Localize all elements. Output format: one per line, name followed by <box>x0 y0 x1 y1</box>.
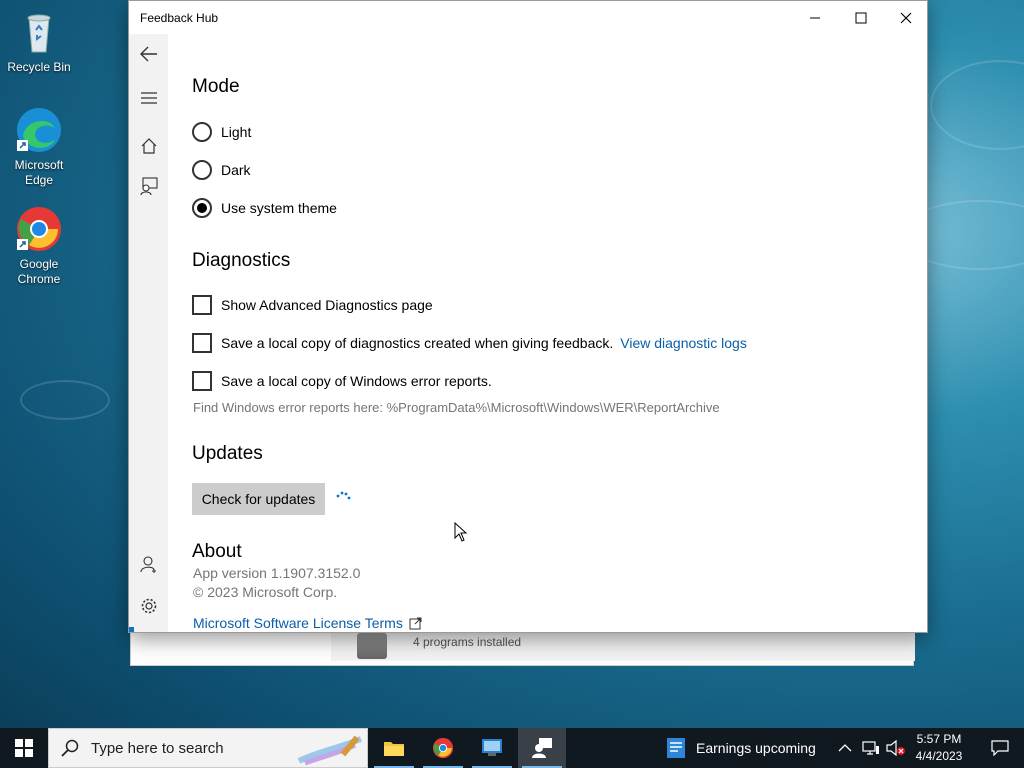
clock-time: 5:57 PM <box>916 732 962 746</box>
start-button[interactable] <box>0 728 48 768</box>
radio-indicator <box>192 122 212 142</box>
about-heading: About <box>192 541 242 562</box>
desktop-wave <box>930 60 1024 150</box>
news-document-icon <box>667 738 685 758</box>
checkbox-label: Save a local copy of diagnostics created… <box>221 335 614 351</box>
desktop-icon-label: Google Chrome <box>17 257 61 286</box>
disk-icon <box>357 633 387 659</box>
error-reports-path: Find Windows error reports here: %Progra… <box>193 400 720 415</box>
hamburger-icon <box>140 92 157 104</box>
checkbox-box <box>192 371 212 391</box>
desktop-wave <box>20 380 110 420</box>
window-title: Feedback Hub <box>140 11 219 25</box>
feedback-hub-window: Feedback Hub Mode Light Dark Use system … <box>128 0 928 633</box>
title-bar[interactable]: Feedback Hub <box>129 1 927 34</box>
chrome-icon <box>15 205 63 253</box>
notifications-button[interactable] <box>976 728 1024 768</box>
checkbox-label: Show Advanced Diagnostics page <box>221 297 433 313</box>
nav-settings[interactable] <box>129 588 168 624</box>
chrome-icon <box>432 737 454 759</box>
desktop-icon-edge[interactable]: Microsoft Edge <box>4 106 74 188</box>
desktop-icon-chrome[interactable]: Google Chrome <box>4 205 74 287</box>
desktop-icon-recycle-bin[interactable]: Recycle Bin <box>4 8 74 75</box>
close-icon <box>900 12 912 23</box>
app-version: App version 1.1907.3152.0 <box>193 565 361 581</box>
nav-home[interactable] <box>129 128 168 164</box>
taskbar-file-explorer[interactable] <box>370 728 418 768</box>
programs-installed-text: 4 programs installed <box>413 635 522 649</box>
selected-indicator <box>129 627 134 632</box>
radio-indicator-selected <box>192 198 212 218</box>
checkbox-save-error-reports[interactable]: Save a local copy of Windows error repor… <box>192 371 492 391</box>
checkbox-box <box>192 295 212 315</box>
radio-label: Use system theme <box>221 200 337 216</box>
diagnostics-heading: Diagnostics <box>192 250 291 271</box>
close-button[interactable] <box>883 1 927 34</box>
radio-light[interactable]: Light <box>192 122 251 142</box>
search-highlight-illustration-icon <box>297 735 363 766</box>
mode-heading: Mode <box>192 76 240 97</box>
checkbox-show-advanced[interactable]: Show Advanced Diagnostics page <box>192 295 433 315</box>
edge-icon <box>15 106 63 154</box>
checkbox-label: Save a local copy of Windows error repor… <box>221 373 492 389</box>
news-text: Earnings upcoming <box>696 740 816 756</box>
updates-heading: Updates <box>192 443 263 464</box>
radio-label: Light <box>221 124 252 140</box>
copyright: © 2023 Microsoft Corp. <box>193 584 338 600</box>
folder-icon <box>384 742 404 756</box>
menu-button[interactable] <box>129 80 168 116</box>
back-button[interactable] <box>129 36 168 72</box>
checkbox-box <box>192 333 212 353</box>
taskbar-clock[interactable]: 5:57 PM 4/4/2023 <box>902 731 976 765</box>
taskbar-control-panel[interactable] <box>468 728 516 768</box>
clock-date: 4/4/2023 <box>915 749 963 763</box>
radio-indicator <box>192 160 212 180</box>
radio-label: Dark <box>221 162 251 178</box>
nav-feedback[interactable] <box>129 168 168 204</box>
taskbar-feedback-hub[interactable] <box>518 728 566 768</box>
add-person-icon <box>139 556 156 573</box>
feedback-icon <box>139 177 158 195</box>
search-icon <box>61 739 79 757</box>
news-widget[interactable]: Earnings upcoming <box>666 728 816 768</box>
control-panel-icon <box>482 739 502 756</box>
taskbar-chrome[interactable] <box>419 728 467 768</box>
loading-spinner-icon <box>336 491 351 500</box>
view-diagnostic-logs-link[interactable]: View diagnostic logs <box>620 335 747 351</box>
system-tray <box>838 728 906 768</box>
recycle-bin-icon <box>15 8 63 56</box>
mouse-cursor-icon <box>454 522 468 542</box>
feedback-hub-icon <box>532 738 552 758</box>
background-window-panel: 4 programs installed <box>331 631 915 661</box>
radio-dark[interactable]: Dark <box>192 160 251 180</box>
minimize-button[interactable] <box>792 1 838 34</box>
chevron-up-icon[interactable] <box>838 743 852 753</box>
desktop-icon-label: Microsoft Edge <box>14 158 64 187</box>
background-window[interactable]: 4 programs installed <box>130 630 915 666</box>
notification-icon <box>991 740 1009 756</box>
network-icon[interactable] <box>862 740 880 756</box>
check-for-updates-button[interactable]: Check for updates <box>192 483 325 515</box>
settings-content: Mode Light Dark Use system theme Diagnos… <box>168 34 927 632</box>
taskbar: Type here to search Earnings upcoming 5:… <box>0 728 1024 768</box>
gear-icon <box>141 598 156 614</box>
maximize-icon <box>855 12 867 23</box>
license-terms-link[interactable]: Microsoft Software License Terms <box>193 615 403 631</box>
taskbar-search-box[interactable]: Type here to search <box>48 728 368 768</box>
minimize-icon <box>810 17 820 18</box>
nav-account[interactable] <box>129 546 168 582</box>
search-placeholder: Type here to search <box>91 739 224 757</box>
license-terms-row: Microsoft Software License Terms <box>193 615 422 631</box>
checkbox-save-local-diagnostics[interactable]: Save a local copy of diagnostics created… <box>192 333 747 353</box>
back-arrow-icon <box>139 46 157 62</box>
desktop-icon-label: Recycle Bin <box>7 60 71 74</box>
nav-sidebar <box>129 34 168 632</box>
radio-system-theme[interactable]: Use system theme <box>192 198 337 218</box>
windows-logo-icon <box>15 739 33 757</box>
home-icon <box>141 138 156 154</box>
maximize-button[interactable] <box>838 1 884 34</box>
external-link-icon <box>409 617 422 629</box>
